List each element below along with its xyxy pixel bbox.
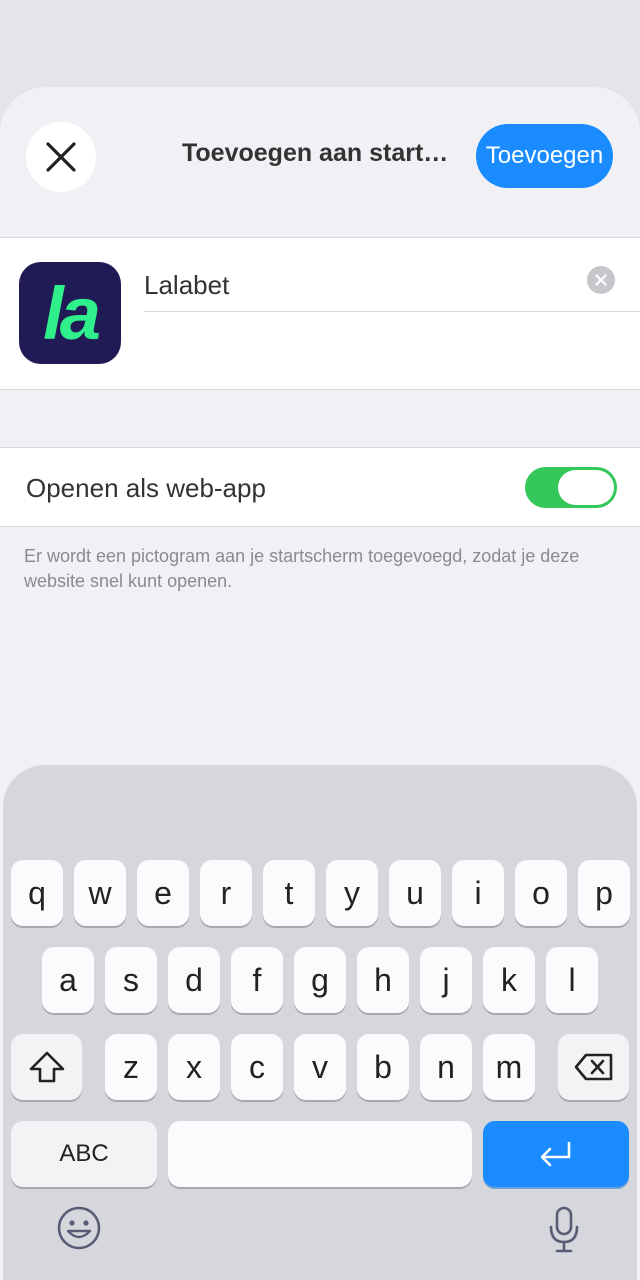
key-y[interactable]: y <box>326 860 378 926</box>
emoji-icon[interactable] <box>56 1205 102 1251</box>
add-button[interactable]: Toevoegen <box>476 124 613 188</box>
return-icon <box>540 1141 571 1167</box>
clear-icon <box>595 274 607 286</box>
key-m[interactable]: m <box>483 1034 535 1100</box>
webapp-toggle[interactable] <box>525 467 617 508</box>
key-s[interactable]: s <box>105 947 157 1013</box>
key-f[interactable]: f <box>231 947 283 1013</box>
key-g[interactable]: g <box>294 947 346 1013</box>
close-icon <box>46 142 76 172</box>
key-h[interactable]: h <box>357 947 409 1013</box>
close-button[interactable] <box>26 122 96 192</box>
key-q[interactable]: q <box>11 860 63 926</box>
key-d[interactable]: d <box>168 947 220 1013</box>
key-k[interactable]: k <box>483 947 535 1013</box>
space-key[interactable] <box>168 1121 472 1187</box>
key-u[interactable]: u <box>389 860 441 926</box>
key-r[interactable]: r <box>200 860 252 926</box>
key-a[interactable]: a <box>42 947 94 1013</box>
app-icon: la <box>19 262 121 364</box>
clear-text-button[interactable] <box>587 266 615 294</box>
key-i[interactable]: i <box>452 860 504 926</box>
app-name-input[interactable] <box>144 260 640 312</box>
key-z[interactable]: z <box>105 1034 157 1100</box>
key-w[interactable]: w <box>74 860 126 926</box>
shift-icon <box>29 1051 64 1083</box>
app-name-section: la <box>0 237 640 390</box>
key-l[interactable]: l <box>546 947 598 1013</box>
abc-key[interactable]: ABC <box>11 1121 157 1187</box>
key-o[interactable]: o <box>515 860 567 926</box>
backspace-icon <box>574 1053 612 1081</box>
shift-key[interactable] <box>11 1034 82 1100</box>
key-t[interactable]: t <box>263 860 315 926</box>
return-key[interactable] <box>483 1121 629 1187</box>
key-b[interactable]: b <box>357 1034 409 1100</box>
backspace-key[interactable] <box>558 1034 629 1100</box>
key-e[interactable]: e <box>137 860 189 926</box>
key-p[interactable]: p <box>578 860 630 926</box>
sheet-title: Toevoegen aan startscherm <box>182 139 452 167</box>
key-n[interactable]: n <box>420 1034 472 1100</box>
webapp-toggle-label: Openen als web-app <box>26 473 266 503</box>
footnote-text: Er wordt een pictogram aan je startscher… <box>24 546 580 591</box>
microphone-icon[interactable] <box>546 1205 582 1255</box>
toggle-knob <box>558 470 614 505</box>
key-v[interactable]: v <box>294 1034 346 1100</box>
key-c[interactable]: c <box>231 1034 283 1100</box>
key-x[interactable]: x <box>168 1034 220 1100</box>
keyboard: q w e r t y u i o p a s d f g h j k l z … <box>3 765 637 1280</box>
key-j[interactable]: j <box>420 947 472 1013</box>
webapp-toggle-row: Openen als web-app <box>0 447 640 527</box>
